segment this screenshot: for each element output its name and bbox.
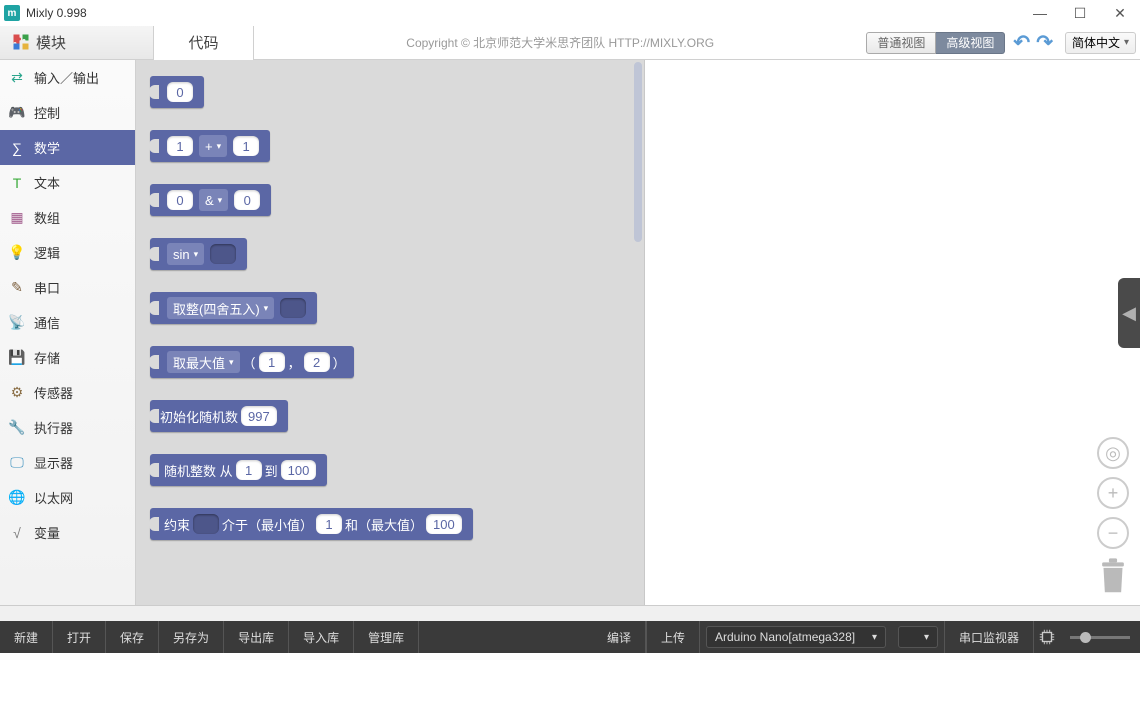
board-select[interactable]: Arduino Nano[atmega328] — [706, 626, 886, 648]
normal-view-button[interactable]: 普通视图 — [866, 32, 936, 54]
category-sidebar: ⇄输入／输出 🎮控制 ∑数学 T文本 ▦数组 💡逻辑 ✎串口 📡通信 💾存储 ⚙… — [0, 60, 136, 605]
logic-icon: 💡 — [8, 244, 26, 262]
save-button[interactable]: 保存 — [106, 621, 159, 653]
toolbar: 模块 代码 Copyright © 北京师范大学米思齐团队 HTTP://MIX… — [0, 26, 1140, 60]
array-icon: ▦ — [8, 209, 26, 227]
redo-button[interactable]: ↷ — [1036, 30, 1053, 55]
zoom-slider[interactable] — [1070, 636, 1130, 639]
sidebar-item-actuator[interactable]: 🔧执行器 — [0, 410, 135, 445]
ethernet-icon: 🌐 — [8, 489, 26, 507]
op-dropdown[interactable]: + — [199, 135, 227, 157]
saveas-button[interactable]: 另存为 — [159, 621, 224, 653]
trash-icon[interactable] — [1096, 557, 1130, 595]
language-select[interactable]: 简体中文 — [1065, 32, 1136, 54]
puzzle-icon — [12, 33, 30, 51]
serial-icon: ✎ — [8, 279, 26, 297]
block-max[interactable]: 取最大值 （ 1 ， 2 ） — [150, 346, 354, 378]
importlib-button[interactable]: 导入库 — [289, 621, 354, 653]
block-trig[interactable]: sin — [150, 238, 247, 270]
undo-button[interactable]: ↶ — [1013, 30, 1030, 55]
new-button[interactable]: 新建 — [0, 621, 53, 653]
center-button[interactable]: ◎ — [1097, 437, 1129, 469]
storage-icon: 💾 — [8, 349, 26, 367]
sidebar-item-display[interactable]: 🖵显示器 — [0, 445, 135, 480]
block-arithmetic[interactable]: 1 + 1 — [150, 130, 270, 162]
hscroll-track[interactable] — [0, 605, 1140, 621]
block-flyout: 0 1 + 1 0 & 0 sin 取整(四舍五入) 取最大值 （ 1 ， 2 … — [136, 60, 644, 605]
chip-icon — [1038, 628, 1056, 646]
constrain-value-slot[interactable] — [193, 514, 219, 534]
sidebar-item-array[interactable]: ▦数组 — [0, 200, 135, 235]
sidebar-item-text[interactable]: T文本 — [0, 165, 135, 200]
sidebar-item-serial[interactable]: ✎串口 — [0, 270, 135, 305]
sidebar-item-variable[interactable]: √变量 — [0, 515, 135, 550]
block-number[interactable]: 0 — [150, 76, 204, 108]
flyout-scrollbar[interactable] — [634, 62, 642, 242]
block-init-random[interactable]: 初始化随机数 997 — [150, 400, 288, 432]
window-title: Mixly 0.998 — [26, 6, 87, 20]
bottom-bar: 新建 打开 保存 另存为 导出库 导入库 管理库 编译 上传 Arduino N… — [0, 621, 1140, 653]
math-icon: ∑ — [8, 139, 26, 157]
maximize-button[interactable]: ☐ — [1060, 0, 1100, 26]
app-logo-icon: m — [4, 5, 20, 21]
sidebar-item-io[interactable]: ⇄输入／输出 — [0, 60, 135, 95]
actuator-icon: 🔧 — [8, 419, 26, 437]
max-dropdown[interactable]: 取最大值 — [167, 351, 240, 373]
zoom-out-button[interactable]: − — [1097, 517, 1129, 549]
block-random-int[interactable]: 随机整数 从 1 到 100 — [150, 454, 327, 486]
variable-icon: √ — [8, 524, 26, 542]
comm-icon: 📡 — [8, 314, 26, 332]
block-round[interactable]: 取整(四舍五入) — [150, 292, 317, 324]
trig-input-slot[interactable] — [210, 244, 236, 264]
io-icon: ⇄ — [8, 69, 26, 87]
zoom-in-button[interactable]: + — [1097, 477, 1129, 509]
sidebar-item-storage[interactable]: 💾存储 — [0, 340, 135, 375]
copyright-text: Copyright © 北京师范大学米思齐团队 HTTP://MIXLY.ORG — [254, 34, 866, 51]
control-icon: 🎮 — [8, 104, 26, 122]
port-select[interactable] — [898, 626, 938, 648]
display-icon: 🖵 — [8, 454, 26, 472]
managelib-button[interactable]: 管理库 — [354, 621, 419, 653]
monitor-button[interactable]: 串口监视器 — [944, 621, 1034, 653]
block-constrain[interactable]: 约束 介于（最小值） 1 和（最大值） 100 — [150, 508, 473, 540]
block-bitwise[interactable]: 0 & 0 — [150, 184, 271, 216]
advanced-view-button[interactable]: 高级视图 — [936, 32, 1005, 54]
bitop-dropdown[interactable]: & — [199, 189, 228, 211]
side-handle[interactable]: ◀ — [1118, 278, 1140, 348]
text-icon: T — [8, 174, 26, 192]
sidebar-item-ethernet[interactable]: 🌐以太网 — [0, 480, 135, 515]
minimize-button[interactable]: — — [1020, 0, 1060, 26]
close-button[interactable]: ✕ — [1100, 0, 1140, 26]
tab-code[interactable]: 代码 — [154, 26, 254, 60]
round-input-slot[interactable] — [280, 298, 306, 318]
trig-dropdown[interactable]: sin — [167, 243, 204, 265]
round-dropdown[interactable]: 取整(四舍五入) — [167, 297, 274, 319]
sidebar-item-math[interactable]: ∑数学 — [0, 130, 135, 165]
tab-blocks[interactable]: 模块 — [0, 26, 154, 60]
open-button[interactable]: 打开 — [53, 621, 106, 653]
sensor-icon: ⚙ — [8, 384, 26, 402]
sidebar-item-logic[interactable]: 💡逻辑 — [0, 235, 135, 270]
exportlib-button[interactable]: 导出库 — [224, 621, 289, 653]
titlebar: m Mixly 0.998 — ☐ ✕ — [0, 0, 1140, 26]
upload-button[interactable]: 上传 — [646, 621, 700, 653]
sidebar-item-control[interactable]: 🎮控制 — [0, 95, 135, 130]
sidebar-item-comm[interactable]: 📡通信 — [0, 305, 135, 340]
workspace[interactable]: ◀ ◎ + − — [644, 60, 1140, 605]
sidebar-item-sensor[interactable]: ⚙传感器 — [0, 375, 135, 410]
compile-button[interactable]: 编译 — [593, 621, 646, 653]
